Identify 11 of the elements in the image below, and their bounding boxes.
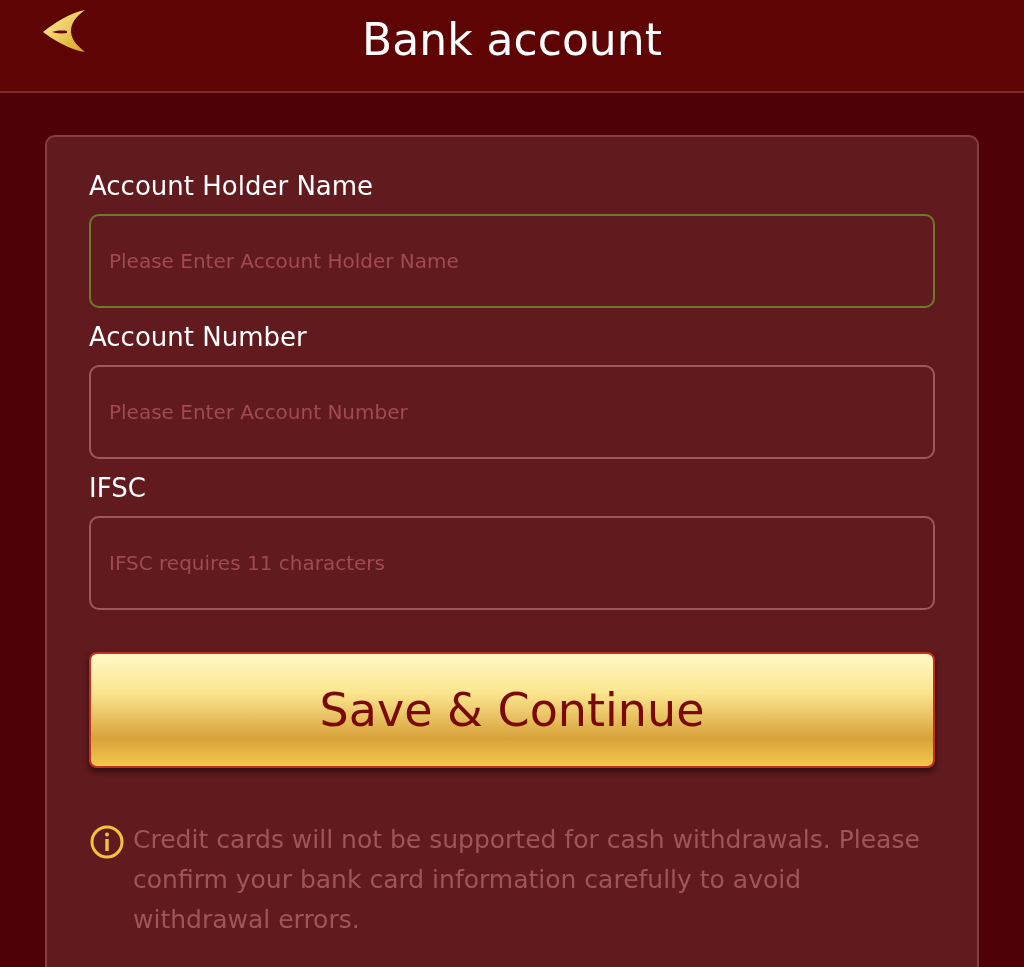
field-label: Account Number [89,321,308,354]
field-label: Account Holder Name [89,170,375,203]
input-field[interactable]: Please Enter Account Holder Name [89,214,935,308]
input-field[interactable]: IFSC requires 11 characters [89,516,935,610]
info-icon [89,824,125,860]
notice-text: Credit cards will not be supported for cash withdrawals. Please confirm your bank card information carefully to avoid withdrawal errors. [133,824,921,936]
save-continue-button[interactable]: Save & Continue [89,652,935,768]
input-field[interactable]: Please Enter Account Number [89,365,935,459]
back-chevron-icon [41,8,87,54]
field-label: IFSC [89,472,147,505]
page-title: Bank account [362,12,662,67]
